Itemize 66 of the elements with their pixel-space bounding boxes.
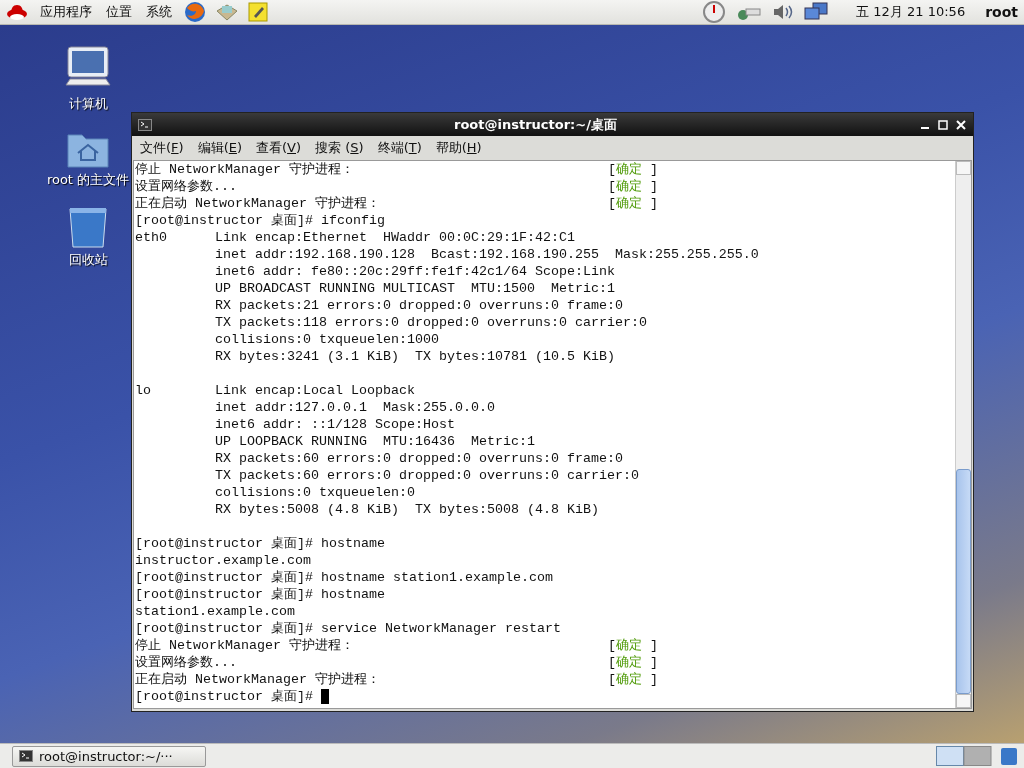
status-text: [确定 ]: [608, 654, 658, 671]
terminal-line: [root@instructor 桌面]# hostname: [135, 586, 385, 603]
status-text: [确定 ]: [608, 178, 658, 195]
terminal-icon: [19, 750, 33, 762]
terminal-line: [root@instructor 桌面]# ifconfig: [135, 212, 385, 229]
terminal-line: RX packets:60 errors:0 dropped:0 overruns:0 frame:0: [213, 450, 623, 467]
menu-item[interactable]: 搜索 (S): [315, 139, 364, 157]
terminal-line: inet addr:192.168.190.128 Bcast:192.168.190.255 Mask:255.255.255.0: [213, 246, 759, 263]
terminal-line: instructor.example.com: [135, 552, 311, 569]
terminal-line: inet addr:127.0.0.1 Mask:255.0.0.0: [213, 399, 495, 416]
status-text: [确定 ]: [608, 637, 658, 654]
maximize-icon[interactable]: [937, 118, 949, 131]
terminal-line: [root@instructor 桌面]#: [135, 688, 314, 705]
close-icon[interactable]: [955, 118, 967, 131]
user-name[interactable]: root: [985, 4, 1018, 20]
desktop-icon-label[interactable]: 回收站: [68, 251, 108, 269]
menu-item[interactable]: 帮助(H): [435, 139, 482, 157]
terminal-line: 停止 NetworkManager 守护进程：: [135, 161, 355, 178]
status-text: [确定 ]: [608, 161, 658, 178]
terminal-line: UP LOOPBACK RUNNING MTU:16436 Metric:1: [213, 433, 535, 450]
trash-icon[interactable]: [1000, 746, 1018, 766]
monitors-icon[interactable]: [804, 2, 829, 22]
desktop-icon-label[interactable]: root 的主文件: [46, 171, 130, 189]
panel-menu[interactable]: 位置: [104, 3, 134, 21]
menu-item[interactable]: 文件(F): [140, 139, 184, 157]
desktop-icon-label[interactable]: 计算机: [68, 95, 108, 113]
note-pencil-icon[interactable]: [248, 2, 268, 22]
terminal-line: UP BROADCAST RUNNING MULTICAST MTU:1500 Metric:1: [213, 280, 615, 297]
gauge-icon[interactable]: [702, 1, 727, 23]
terminal-line: RX bytes:3241 (3.1 KiB) TX bytes:10781 (10.5 KiB): [213, 348, 615, 365]
status-text: [确定 ]: [608, 671, 658, 688]
trash-icon: [68, 205, 108, 249]
terminal-line: TX packets:60 errors:0 dropped:0 overruns:0 carrier:0: [213, 467, 639, 484]
window-title: root@instructor:~/桌面: [453, 115, 618, 134]
terminal-line: RX bytes:5008 (4.8 KiB) TX bytes:5008 (4.8 KiB): [213, 501, 599, 518]
browser-globe-icon[interactable]: [184, 1, 206, 23]
terminal-line: [root@instructor 桌面]# hostname: [135, 535, 385, 552]
terminal-line: 正在启动 NetworkManager 守护进程：: [135, 195, 381, 212]
terminal-line: inet6 addr: ::1/128 Scope:Host: [213, 416, 455, 433]
task-button[interactable]: root@instructor:~/···: [12, 745, 206, 767]
terminal-line: 正在启动 NetworkManager 守护进程：: [135, 671, 381, 688]
hat-logo-icon[interactable]: [6, 3, 28, 21]
terminal-line: [root@instructor 桌面]# service NetworkManager restart: [135, 620, 561, 637]
status-text: [确定 ]: [608, 195, 658, 212]
scrollbar[interactable]: [955, 161, 971, 708]
terminal-line: lo Link encap:Local Loopback: [135, 382, 415, 399]
terminal-line: station1.example.com: [135, 603, 295, 620]
workspace-switcher-icon[interactable]: [936, 746, 992, 766]
terminal-line: collisions:0 txqueuelen:1000: [213, 331, 439, 348]
clock[interactable]: 五 12月 21 10:56: [856, 3, 966, 21]
panel-menu[interactable]: 应用程序: [38, 3, 94, 21]
terminal-line: 设置网络参数...: [135, 178, 238, 195]
menu-item[interactable]: 编辑(E): [197, 139, 242, 157]
terminal-line: eth0 Link encap:Ethernet HWaddr 00:0C:29:1F:42:C1: [135, 229, 575, 246]
terminal-line: 停止 NetworkManager 守护进程：: [135, 637, 355, 654]
menu-item[interactable]: 终端(T): [377, 139, 422, 157]
terminal-line: collisions:0 txqueuelen:0: [213, 484, 415, 501]
terminal-line: [root@instructor 桌面]# hostname station1.example.com: [135, 569, 553, 586]
terminal-line: RX packets:21 errors:0 dropped:0 overruns:0 frame:0: [213, 297, 623, 314]
menu-item[interactable]: 查看(V): [256, 139, 302, 157]
terminal-line: 设置网络参数...: [135, 654, 238, 671]
terminal-line: inet6 addr: fe80::20c:29ff:fe1f:42c1/64 Scope:Link: [213, 263, 615, 280]
panel-menu[interactable]: 系统: [144, 3, 174, 21]
terminal-line: TX packets:118 errors:0 dropped:0 overruns:0 carrier:0: [213, 314, 647, 331]
terminal-icon: [138, 118, 152, 131]
volume-icon[interactable]: [772, 3, 795, 21]
